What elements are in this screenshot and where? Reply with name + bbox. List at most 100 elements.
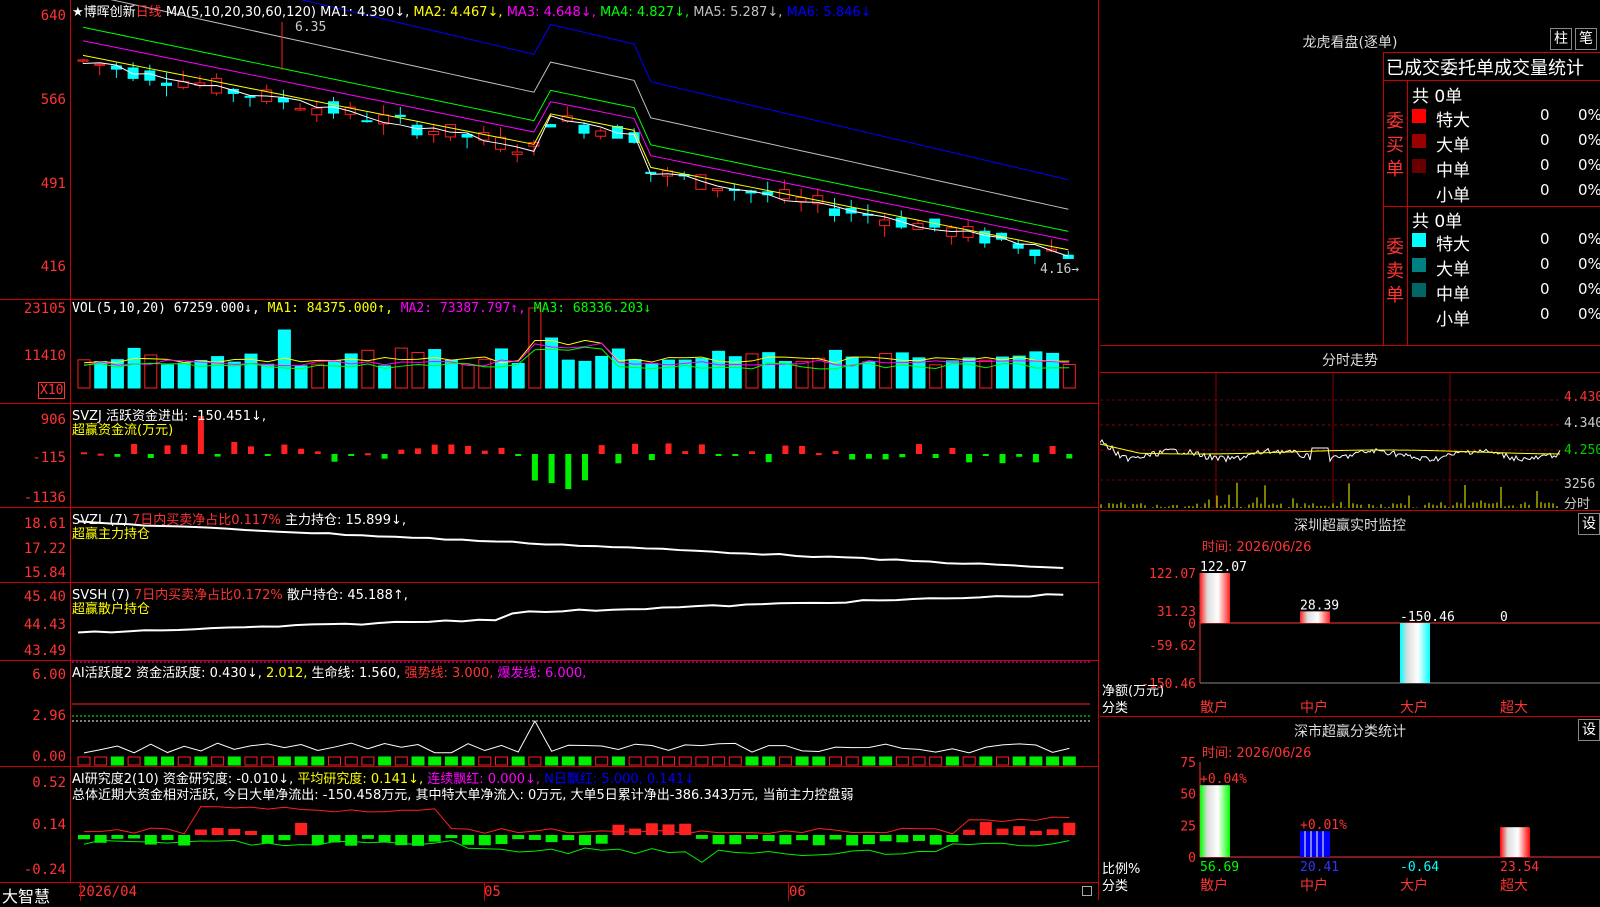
fund-flow-bar [531,454,538,481]
activity-bar [144,756,158,766]
activity-bar [110,756,124,766]
candle [444,124,456,138]
volume-header: VOL(5,10,20) 67259.000↓, MA1: 84375.000↑… [72,301,651,316]
volume-bar [261,363,275,389]
order-type: 中单 [1436,285,1470,305]
y-label: 4.340 [1564,416,1600,431]
ma-line [82,40,1069,241]
activity-bar [511,756,525,766]
sell-total: 共 0单 [1412,212,1463,232]
fund-flow-bar [665,443,672,454]
activity-bar [495,756,508,766]
fund-flow-bar [632,443,639,454]
bar-value-label: 20.41 [1300,860,1339,875]
header-value: 2.012, [266,666,312,681]
fund-flow-bar [832,450,839,454]
category-label: 散户 [1200,877,1228,894]
y-label: 6.00 [32,667,66,683]
avg-price-line [1099,443,1561,455]
order-type: 大单 [1436,136,1470,156]
fund-flow-bar [181,444,188,454]
volume-bar [1029,351,1043,389]
kline-pane[interactable]: ★博晖创新日线 MA(5,10,20,30,60,120) MA1: 4.390… [0,0,1098,300]
y-label: 0 [1188,617,1196,632]
monitor-settings-button[interactable]: 设 [1578,513,1600,535]
y-label: 491 [40,176,66,192]
fund-flow-bar [548,454,555,484]
research-bar [779,835,792,845]
research-bar [812,835,825,846]
activity-bar [211,756,225,766]
volume-bar [678,359,692,389]
research-bar [111,835,124,839]
activity-bar [194,756,208,766]
high-price-mark: 6.35 [295,20,327,35]
activity-bar [812,756,826,766]
volume-bar [561,359,575,389]
fund-flow-bar [264,454,271,456]
candle [144,70,156,81]
ai-activity-pane[interactable]: AI活跃度2 资金活跃度: 0.430↓, 2.012, 生命线: 1.560,… [0,661,1098,767]
order-percent: 0% [1578,131,1600,149]
header-value: MA1: 84375.000↑, [267,301,401,316]
fund-flow-bar [515,454,522,456]
order-count: 0 [1540,230,1550,248]
header-value: VOL(5,10,20) 67259.000↓, [72,301,268,316]
activity-bar [778,756,792,766]
y-label: 640 [40,8,66,24]
svzl-pane[interactable]: SVZL (7) 7日内买卖净占比0.117% 主力持仓: 15.899↓, 超… [0,508,1098,583]
volume-bar [895,352,909,389]
research-bar [278,835,291,841]
research-green-line [83,839,1070,863]
activity-bar [745,756,759,766]
bar-value-label: 28.39 [1300,598,1339,613]
candle [244,95,256,98]
kline-chart[interactable] [0,0,1098,300]
volume-pane[interactable]: VOL(5,10,20) 67259.000↓, MA1: 84375.000↑… [0,300,1098,404]
order-percent: 0% [1578,305,1600,323]
y-label: 15.84 [23,565,66,581]
research-bar [963,829,976,835]
order-count: 0 [1540,181,1550,199]
ma-line [82,26,1069,232]
order-type: 小单 [1436,310,1470,330]
y-label: 11410 [23,348,66,364]
research-bar [245,830,257,835]
period-label[interactable]: 日线 [136,5,162,20]
legend-swatch [1412,258,1426,272]
kline-header: ★博晖创新日线 MA(5,10,20,30,60,120) MA1: 4.390… [72,1,872,20]
research-bar [879,835,892,842]
fund-flow-bar [648,454,655,461]
bar-view-button[interactable]: 柱 [1550,28,1572,50]
header-value: 7日内买卖净占比0.117% [131,513,285,528]
monitor-time: 时间: 2026/06/26 [1202,540,1312,555]
fund-flow-bar [314,451,321,454]
pen-view-button[interactable]: 笔 [1575,28,1597,50]
svzj-pane[interactable]: SVZJ 活跃资金进出: -150.451↓, 超赢资金流(万元) 906 -1… [0,404,1098,508]
svsh-pane[interactable]: SVSH (7) 7日内买卖净占比0.172% 散户持仓: 45.188↑, 超… [0,583,1098,661]
fund-flow-bar [81,452,87,455]
research-bar [846,835,859,846]
research-bar [178,835,191,846]
monitor-bar [1300,611,1330,623]
fenshi-title[interactable]: 分时走势 [1100,350,1600,370]
order-type: 特大 [1436,111,1470,131]
volume-bar [428,349,442,389]
activity-bar [244,756,258,766]
order-count: 0 [1540,156,1550,174]
activity-bar [394,756,408,766]
order-percent: 0% [1578,230,1600,248]
fund-flow-bar [999,454,1006,464]
ai-research-pane[interactable]: AI研究度2(10) 资金研究度: -0.010↓, 平均研究度: 0.141↓… [0,767,1098,882]
y-label: 122.07 [1149,567,1196,582]
bar-value-label: 23.54 [1500,860,1539,875]
lock-icon[interactable] [1082,886,1092,896]
stock-name[interactable]: ★博晖创新 [72,5,136,20]
classify-bar [1200,785,1230,857]
fund-flow-bar [1066,454,1073,459]
volume-bar [77,359,91,389]
classify-settings-button[interactable]: 设 [1578,719,1600,741]
research-bar [345,835,358,846]
candle [94,63,106,66]
y-label: 4.250 [1564,443,1600,458]
